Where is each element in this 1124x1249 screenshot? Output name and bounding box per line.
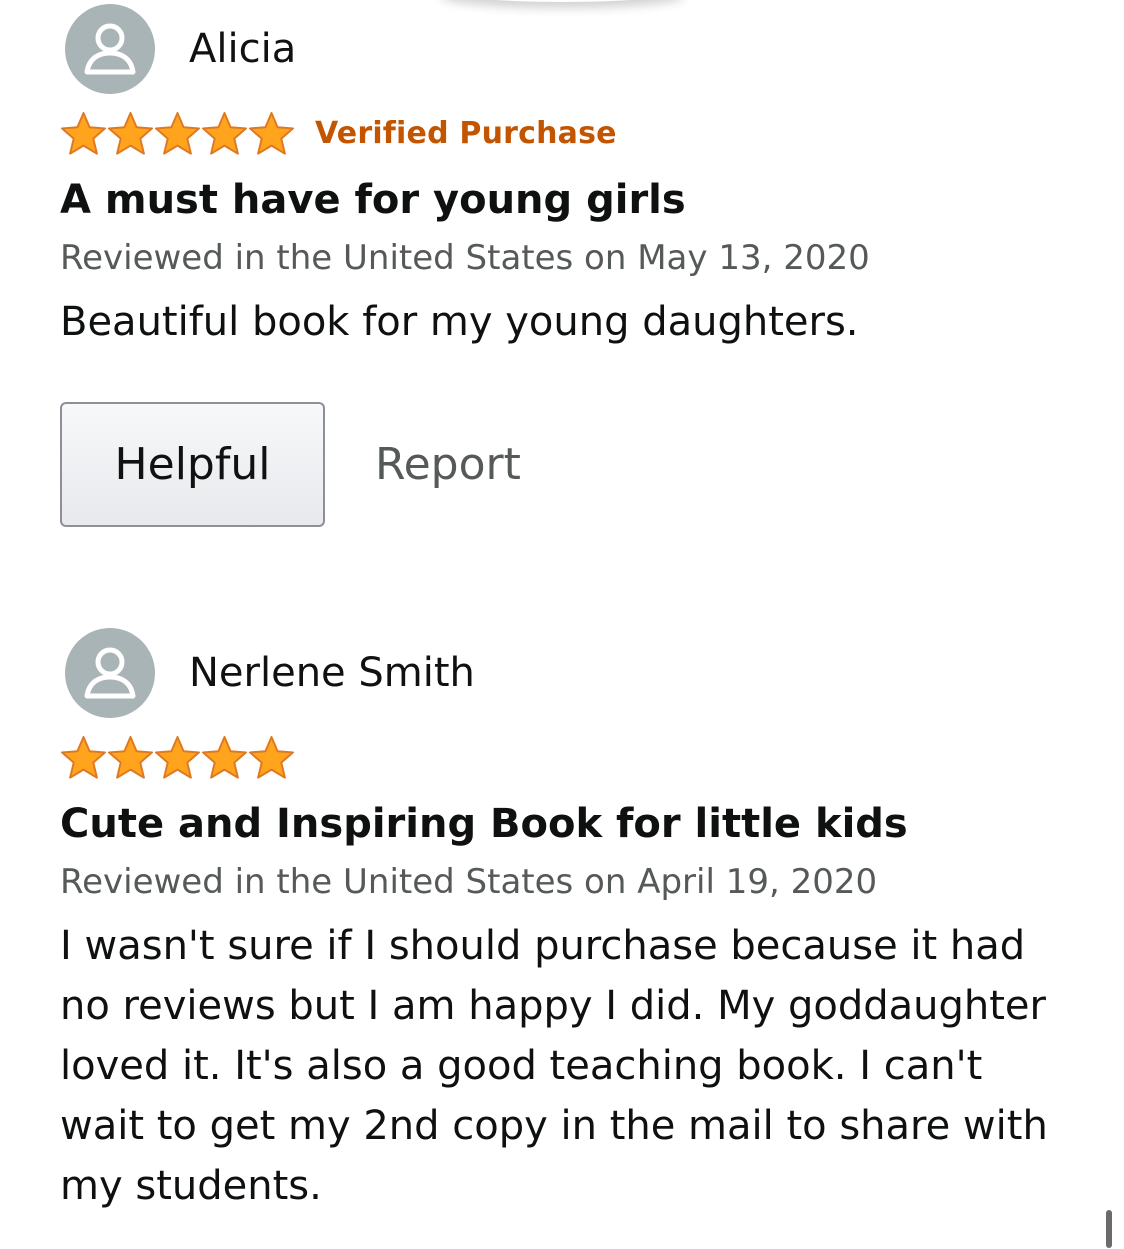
star-filled-icon: [202, 111, 247, 155]
reviewer-profile[interactable]: Nerlene Smith: [60, 628, 1070, 718]
rating-row: [60, 734, 1070, 780]
reviewer-name[interactable]: Alicia: [189, 29, 296, 69]
star-filled-icon: [249, 111, 294, 155]
review-title[interactable]: A must have for young girls: [60, 176, 1070, 224]
review-date: Reviewed in the United States on May 13,…: [60, 238, 870, 278]
review-date: Reviewed in the United States on April 1…: [60, 862, 878, 902]
star-filled-icon: [61, 735, 106, 779]
reviewer-name[interactable]: Nerlene Smith: [189, 653, 475, 693]
avatar[interactable]: [65, 628, 155, 718]
review-title[interactable]: Cute and Inspiring Book for little kids: [60, 800, 1070, 848]
verified-purchase-badge[interactable]: Verified Purchase: [315, 116, 617, 151]
scrollbar-thumb[interactable]: [1106, 1210, 1112, 1248]
star-filled-icon: [155, 735, 200, 779]
star-filled-icon: [108, 735, 153, 779]
review-body: Beautiful book for my young daughters.: [60, 299, 859, 345]
review-card: Nerlene Smith Cute and Inspiring Book fo…: [60, 628, 1070, 1216]
star-filled-icon: [108, 111, 153, 155]
star-filled-icon: [155, 111, 200, 155]
review-card: Alicia Verified Purchase A must have for…: [60, 4, 1070, 527]
star-filled-icon: [202, 735, 247, 779]
reviews-page: Alicia Verified Purchase A must have for…: [0, 0, 1124, 1249]
avatar[interactable]: [65, 4, 155, 94]
report-link[interactable]: Report: [375, 439, 521, 490]
star-rating[interactable]: [60, 111, 295, 156]
review-actions: Helpful Report: [60, 402, 1070, 527]
star-filled-icon: [61, 111, 106, 155]
top-edge-shadow: [440, 0, 685, 2]
star-rating[interactable]: [60, 735, 295, 780]
person-icon: [84, 23, 136, 75]
review-body: I wasn't sure if I should purchase becau…: [60, 923, 1048, 1209]
reviewer-profile[interactable]: Alicia: [60, 4, 1070, 94]
helpful-button[interactable]: Helpful: [60, 402, 325, 527]
star-filled-icon: [249, 735, 294, 779]
person-icon: [84, 647, 136, 699]
rating-row: Verified Purchase: [60, 110, 1070, 156]
